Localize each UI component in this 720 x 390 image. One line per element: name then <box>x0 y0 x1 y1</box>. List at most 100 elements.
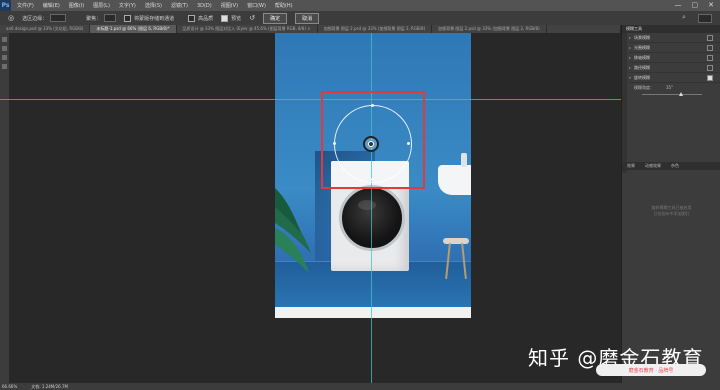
menu-file[interactable]: 文件(F) <box>17 2 34 9</box>
blur-angle-value[interactable]: 35° <box>666 85 673 91</box>
filter-label: 光圈模糊 <box>634 44 651 50</box>
menu-view[interactable]: 视图(V) <box>221 2 238 9</box>
tab-doc-1[interactable]: an6 design.psd @ 33% (文化组, RGB/8) <box>0 25 91 33</box>
ellipse-handle-left[interactable] <box>333 142 336 145</box>
collapse-icon[interactable]: ▾ <box>629 75 631 80</box>
save-mask-checkbox[interactable] <box>124 14 132 22</box>
workspace-select[interactable] <box>698 14 712 23</box>
highquality-label: 高品质 <box>198 15 214 22</box>
document-tabs: an6 design.psd @ 33% (文化组, RGB/8) 未标题-1.… <box>0 25 620 33</box>
tab-doc-2[interactable]: 未标题-1.psd @ 66% (图层 6, RGB/8)* <box>90 25 177 33</box>
horizontal-guide[interactable] <box>0 99 621 100</box>
save-mask-option[interactable]: 将蒙版存储到通道 <box>124 14 175 22</box>
close-button[interactable]: ✕ <box>708 1 714 9</box>
cancel-button[interactable]: 取消 <box>295 12 320 24</box>
zoom-level[interactable]: 66.66% <box>2 384 17 389</box>
filter-checkbox[interactable] <box>707 45 713 51</box>
menu-help[interactable]: 帮助(H) <box>275 2 293 9</box>
selection-edge-option[interactable]: 选区边缘： <box>22 14 67 22</box>
tab-doc-4[interactable]: 加细背景 图层 2.psd @ 33% (加细背景 图层 2, RGB/8) <box>318 25 433 33</box>
preview-label: 预览 <box>231 15 242 22</box>
effects-message: 旋转模糊工具已被启用 已在画布中添加图钉 <box>651 205 692 216</box>
panel-header: 模糊工具 <box>622 25 720 33</box>
tools-panel <box>0 33 9 383</box>
blur-pin-center-icon[interactable] <box>368 141 374 147</box>
maximize-button[interactable]: ▢ <box>692 1 699 9</box>
minimize-button[interactable]: — <box>675 1 682 9</box>
door-glint <box>358 200 376 210</box>
tool-icon[interactable]: ◎ <box>8 14 14 22</box>
filter-tilt-shift[interactable]: ▸ 移轴模糊 <box>629 53 720 63</box>
canvas-bottom-strip <box>275 307 471 318</box>
washer-door <box>339 185 405 251</box>
reset-pin-icon[interactable]: ↺ <box>249 14 255 22</box>
options-bar: ◎ 选区边缘： 聚焦： 将蒙版存储到通道 高品质 预览 ↺ 确定 取消 ⌕ <box>0 11 720 26</box>
tab-doc-3[interactable]: 品质设计 @ 33% 图层对比入 (Eyes @ 45.6% (图层背景 RGB… <box>177 25 318 33</box>
document-info[interactable]: 文档: 1.24M/26.7M <box>31 384 68 390</box>
badge-text: 磨金石教育 · 品牌号 <box>628 367 674 374</box>
menu-bar: Ps 文件(F) 编辑(E) 图像(I) 图层(L) 文字(Y) 选择(S) 滤… <box>0 0 720 11</box>
ellipse-handle-bottom[interactable] <box>371 178 374 181</box>
highquality-option[interactable]: 高品质 <box>188 14 214 22</box>
filter-iris-blur[interactable]: ▸ 光圈模糊 <box>629 43 720 53</box>
expand-icon[interactable]: ▸ <box>629 55 631 60</box>
filter-spin-blur[interactable]: ▾ 旋转模糊 <box>629 73 720 83</box>
blur-tools-panel: 模糊工具 ▸ 场景模糊 ▸ 光圈模糊 ▸ 移轴模糊 ▸ 路径模糊 ▾ 旋转模糊 … <box>621 25 720 383</box>
expand-icon[interactable]: ▸ <box>629 45 631 50</box>
preview-option[interactable]: 预览 <box>221 14 242 22</box>
filter-field-blur[interactable]: ▸ 场景模糊 <box>629 33 720 43</box>
selection-edge-input[interactable] <box>50 14 67 22</box>
tab-noise[interactable]: 杂色 <box>666 162 684 170</box>
expand-icon[interactable]: ▸ <box>629 35 631 40</box>
filter-label: 路径模糊 <box>634 64 651 70</box>
panel-side-strip <box>622 33 627 173</box>
menu-filter[interactable]: 滤镜(T) <box>171 2 188 9</box>
filter-checkbox[interactable] <box>707 35 713 41</box>
blur-angle-slider[interactable] <box>642 92 702 96</box>
filter-checkbox[interactable] <box>707 55 713 61</box>
status-bar: 66.66% 文档: 1.24M/26.7M <box>0 383 720 390</box>
move-tool-icon[interactable] <box>2 37 7 42</box>
faucet <box>461 153 467 167</box>
ellipse-handle-right[interactable] <box>407 142 410 145</box>
marquee-tool-icon[interactable] <box>2 46 7 51</box>
menu-3d[interactable]: 3D(D) <box>197 3 212 9</box>
vertical-guide[interactable] <box>371 33 372 383</box>
focus-input[interactable] <box>104 14 117 22</box>
zoom-tool-icon[interactable] <box>2 64 7 69</box>
expand-icon[interactable]: ▸ <box>629 65 631 70</box>
slider-thumb[interactable] <box>679 92 683 96</box>
tab-effects[interactable]: 效果 <box>622 162 640 170</box>
save-mask-label: 将蒙版存储到通道 <box>134 15 175 22</box>
highquality-checkbox[interactable] <box>188 14 196 22</box>
ellipse-handle-top[interactable] <box>371 104 374 107</box>
tab-doc-5[interactable]: 加细背景 图层 2.psd @ 33% (加细背景 图层 2, RGB/8) <box>432 25 547 33</box>
focus-label: 聚焦： <box>86 15 102 22</box>
preview-checkbox[interactable] <box>221 14 229 22</box>
filter-path-blur[interactable]: ▸ 路径模糊 <box>629 63 720 73</box>
photoshop-logo: Ps <box>0 0 11 11</box>
selection-edge-label: 选区边缘： <box>22 15 48 22</box>
menu-select[interactable]: 选择(S) <box>145 2 162 9</box>
effects-tabs: 效果 动感效果 杂色 <box>622 162 720 170</box>
menu-image[interactable]: 图像(I) <box>69 2 84 9</box>
menu-edit[interactable]: 编辑(E) <box>43 2 60 9</box>
plant-leaves <box>275 188 311 273</box>
sink <box>438 165 471 195</box>
search-icon[interactable]: ⌕ <box>682 13 692 21</box>
stool-seat <box>443 238 469 244</box>
filter-checkbox[interactable] <box>707 75 713 81</box>
tab-motion-effects[interactable]: 动感效果 <box>640 162 666 170</box>
filter-checkbox[interactable] <box>707 65 713 71</box>
window-controls: — ▢ ✕ <box>675 1 715 9</box>
filter-label: 旋转模糊 <box>634 74 651 80</box>
menu-type[interactable]: 文字(Y) <box>119 2 136 9</box>
menu-layer[interactable]: 图层(L) <box>93 2 110 9</box>
blur-angle-row: 模糊角度： 35° <box>634 85 720 91</box>
menu-window[interactable]: 窗口(W) <box>247 2 266 9</box>
hand-tool-icon[interactable] <box>2 55 7 60</box>
filter-label: 场景模糊 <box>634 34 651 40</box>
confirm-button[interactable]: 确定 <box>263 12 288 24</box>
focus-option[interactable]: 聚焦： <box>86 14 117 22</box>
watermark-badge: 磨金石教育 · 品牌号 <box>596 364 706 376</box>
